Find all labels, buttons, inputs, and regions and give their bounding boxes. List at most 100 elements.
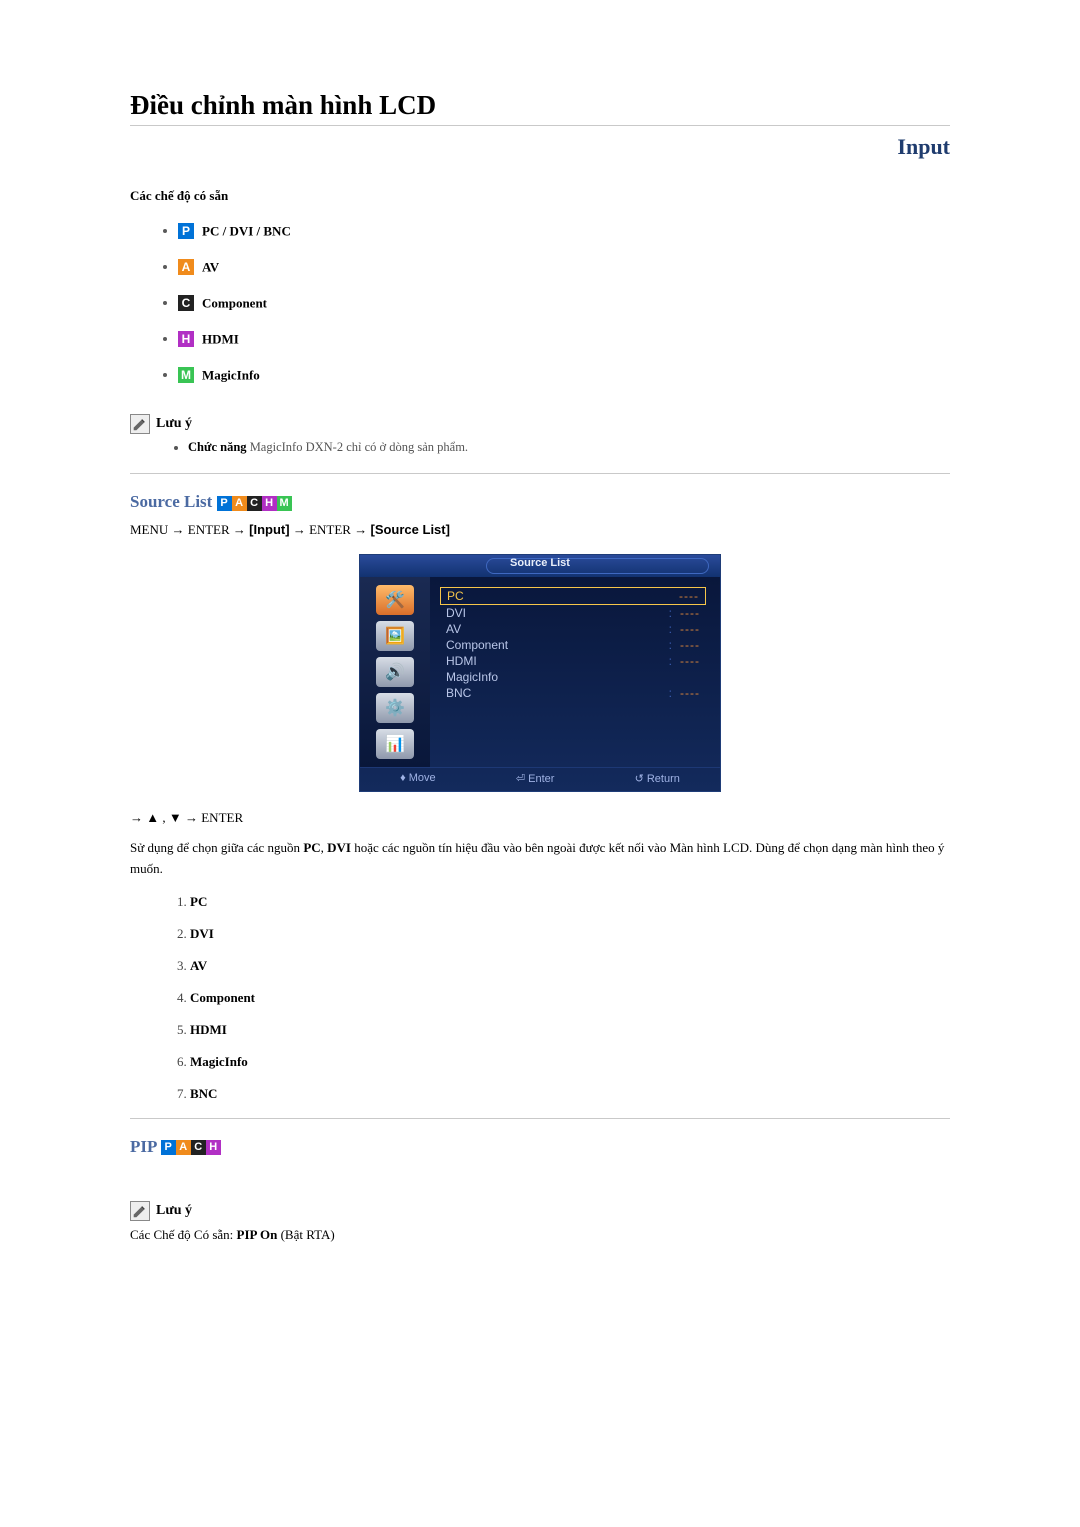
osd-list: PC----DVI:----AV:----Component:----HDMI:… [430,577,720,767]
note-header: Lưu ý [130,1201,950,1221]
osd-footer-return: ↺ Return [635,772,680,785]
para-text: Sử dụng để chọn giữa các nguồn [130,840,303,855]
pencil-note-icon [130,414,150,434]
osd-row: DVI :---- [440,605,706,621]
badge-h-icon: H [206,1140,221,1155]
osd-row: HDMI :---- [440,653,706,669]
mode-item-magicinfo: M MagicInfo [178,366,950,384]
osd-row-label: MagicInfo [446,670,498,684]
osd-row-value: :---- [669,686,700,700]
osd-side-multi-icon: 📊 [376,729,414,759]
modes-title: Các chế độ có sẵn [130,188,950,204]
note-header: Lưu ý [130,414,950,434]
source-list-item: HDMI [190,1022,950,1038]
note-text: MagicInfo DXN-2 chỉ có ở dòng sản phẩm. [247,440,469,454]
osd-row-value: :---- [669,654,700,668]
osd-titlebar: Source List [360,555,720,577]
mode-label: PC / DVI / BNC [202,223,291,238]
source-list-item: Component [190,990,950,1006]
source-list-description: Sử dụng để chọn giữa các nguồn PC, DVI h… [130,838,950,880]
mode-label: HDMI [202,331,239,346]
osd-footer-move: ♦ Move [400,772,436,785]
page-title: Điều chỉnh màn hình LCD [130,90,950,121]
pip-note: Các Chế độ Có sẵn: PIP On (Bật RTA) [130,1227,950,1243]
menu-path-text: → ENTER → [290,522,371,537]
mode-item-component: C Component [178,294,950,312]
source-list-item-label: MagicInfo [190,1054,248,1069]
osd-footer-enter: ⏎ Enter [516,772,555,785]
pencil-note-icon [130,1201,150,1221]
mode-item-pc: P PC / DVI / BNC [178,222,950,240]
badge-c-icon: C [247,496,262,511]
osd-screenshot: Source List 🛠️ 🖼️ 🔊 ⚙️ 📊 PC----DVI:----A… [130,554,950,792]
divider [130,125,950,126]
source-list-item-label: PC [190,894,207,909]
badge-p-icon: P [217,496,232,511]
osd-row-label: HDMI [446,654,477,668]
osd-row: BNC :---- [440,685,706,701]
osd-footer: ♦ Move ⏎ Enter ↺ Return [360,767,720,791]
badge-h-icon: H [178,331,194,347]
source-list-item: DVI [190,926,950,942]
mode-label: Component [202,295,267,310]
osd-row-value: ---- [679,589,699,603]
osd-sidebar: 🛠️ 🖼️ 🔊 ⚙️ 📊 [360,577,430,767]
note-label: Lưu ý [156,1203,192,1218]
source-list-item: BNC [190,1086,950,1102]
osd-side-tools-icon: 🛠️ [376,585,414,615]
badge-p-icon: P [178,223,194,239]
source-list-item-label: AV [190,958,207,973]
note-bullets: Chức năng MagicInfo DXN-2 chỉ có ở dòng … [130,440,950,455]
osd-row-label: Component [446,638,508,652]
pip-note-text: (Bật RTA) [277,1227,334,1242]
mode-item-av: A AV [178,258,950,276]
para-bold: DVI [327,840,351,855]
note-item: Chức năng MagicInfo DXN-2 chỉ có ở dòng … [188,440,950,455]
osd-row-label: BNC [446,686,471,700]
source-list-item-label: DVI [190,926,214,941]
osd-row: MagicInfo [440,669,706,685]
mode-label: AV [202,259,219,274]
badge-h-icon: H [262,496,277,511]
osd-side-picture-icon: 🖼️ [376,621,414,651]
mode-label: MagicInfo [202,367,260,382]
source-list-item-label: Component [190,990,255,1005]
source-list-title: Source List [130,492,212,511]
osd-row: PC ---- [440,587,706,605]
divider [130,473,950,474]
badges-row: PACH [161,1137,221,1156]
badge-a-icon: A [176,1140,191,1155]
source-list-item-label: BNC [190,1086,217,1101]
osd-title: Source List [510,557,570,569]
nav-instruction: → ▲ , ▼ → ENTER [130,810,950,826]
source-list-item: MagicInfo [190,1054,950,1070]
osd-row-label: DVI [446,606,466,620]
osd-row-value: :---- [669,622,700,636]
source-list-item-label: HDMI [190,1022,227,1037]
menu-path-osd: [Input] [249,522,289,537]
menu-path-osd: [Source List] [370,522,449,537]
note-bold: Chức năng [188,440,247,454]
pip-note-bold: PIP On [237,1227,278,1242]
badge-p-icon: P [161,1140,176,1155]
osd-row-value: :---- [669,606,700,620]
badge-a-icon: A [232,496,247,511]
menu-path-text: MENU → ENTER → [130,522,249,537]
mode-item-hdmi: H HDMI [178,330,950,348]
pip-note-text: Các Chế độ Có sẵn: [130,1227,237,1242]
osd-row: Component:---- [440,637,706,653]
menu-path: MENU → ENTER → [Input] → ENTER → [Source… [130,522,950,538]
osd-row-label: PC [447,589,464,603]
osd-side-setup-icon: ⚙️ [376,693,414,723]
osd-side-sound-icon: 🔊 [376,657,414,687]
osd-row-label: AV [446,622,461,636]
badge-m-icon: M [277,496,292,511]
pip-title: PIP [130,1137,156,1156]
pip-heading: PIP PACH [130,1137,950,1157]
badge-c-icon: C [191,1140,206,1155]
source-list-item: AV [190,958,950,974]
badge-a-icon: A [178,259,194,275]
note-label: Lưu ý [156,416,192,431]
osd-row: AV :---- [440,621,706,637]
osd-panel: Source List 🛠️ 🖼️ 🔊 ⚙️ 📊 PC----DVI:----A… [359,554,721,792]
